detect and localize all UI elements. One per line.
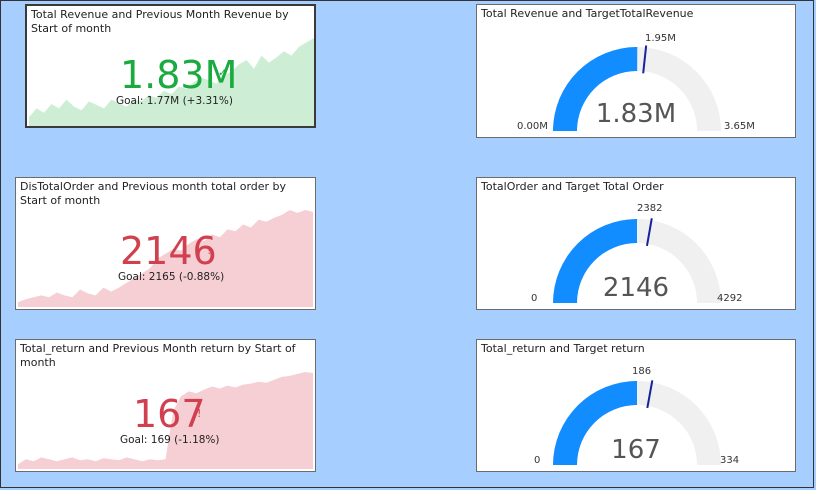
kpi-value: 167: [133, 392, 206, 436]
gauge-target-label: 2382: [637, 203, 663, 214]
kpi-value: 2146: [120, 229, 217, 273]
gauge-value: 167: [611, 435, 661, 465]
kpi-alert-icon: !: [197, 407, 202, 420]
gauge-title: Total Revenue and TargetTotalRevenue: [481, 7, 694, 20]
gauge-title: TotalOrder and Target Total Order: [481, 180, 664, 193]
kpi-alert-icon: !: [207, 244, 212, 257]
gauge-title: Total_return and Target return: [481, 342, 645, 355]
gauge-value: 2146: [602, 273, 670, 303]
kpi-title: Total_return and Previous Month return b…: [20, 342, 296, 369]
kpi-card-returns[interactable]: Total_return and Previous Month return b…: [15, 339, 316, 472]
gauge-target-label: 1.95M: [645, 33, 676, 44]
gauge-target-label: 186: [632, 366, 652, 377]
gauge-value: 1.83M: [595, 99, 677, 129]
kpi-title: DisTotalOrder and Previous month total o…: [20, 180, 287, 207]
kpi-goal: Goal: 2165 (-0.88%): [118, 271, 225, 283]
kpi-goal: Goal: 169 (-1.18%): [120, 434, 220, 446]
kpi-card-orders[interactable]: DisTotalOrder and Previous month total o…: [15, 177, 316, 310]
gauge-card-returns[interactable]: Total_return and Target return 186 0 334…: [476, 339, 796, 472]
kpi-card-revenue[interactable]: Total Revenue and Previous Month Revenue…: [25, 4, 316, 128]
gauge-card-orders[interactable]: TotalOrder and Target Total Order 2382 0…: [476, 177, 796, 310]
kpi-check-icon: ✓: [218, 66, 228, 79]
kpi-goal: Goal: 1.77M (+3.31%): [116, 95, 233, 107]
kpi-title: Total Revenue and Previous Month Revenue…: [31, 8, 289, 35]
gauge-card-revenue[interactable]: Total Revenue and TargetTotalRevenue 1.9…: [476, 4, 796, 138]
